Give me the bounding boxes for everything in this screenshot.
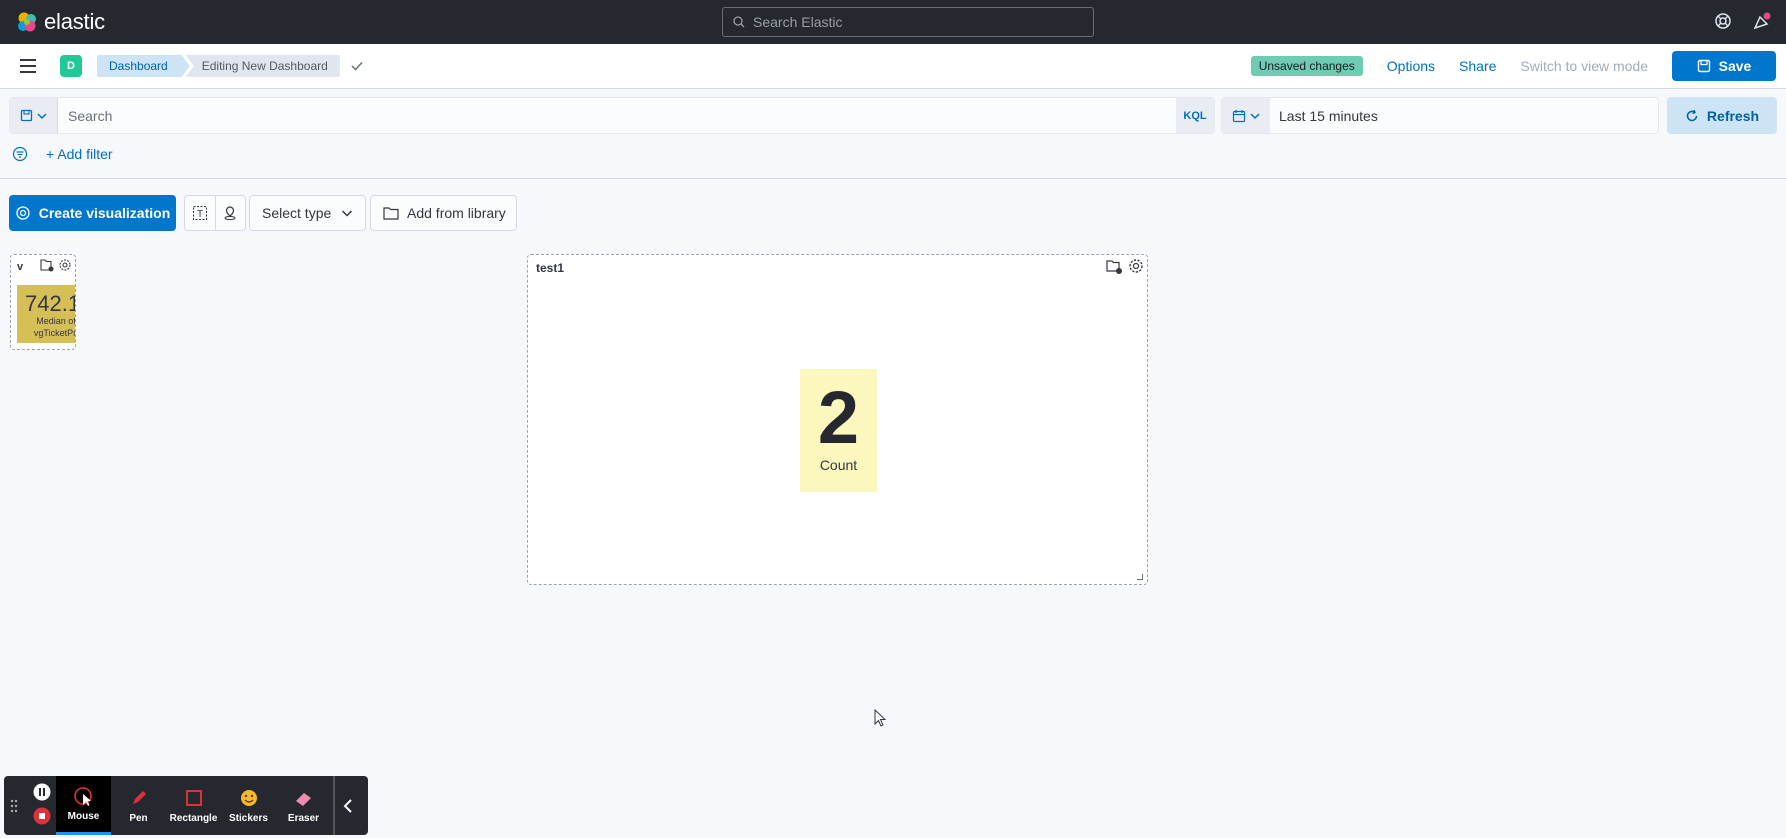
stop-icon[interactable] [33,807,51,825]
library-folder-icon[interactable] [1105,257,1123,275]
eraser-tool-label: Eraser [287,812,320,824]
save-icon [1697,59,1710,73]
map-pin-icon [224,206,236,220]
metric-tile: 742.1 Median of vgTicketPri [17,285,76,343]
switch-to-view-mode-link[interactable]: Switch to view mode [1520,58,1648,74]
logo-text: elastic [44,9,105,34]
add-filter-link[interactable]: + Add filter [46,146,113,162]
space-avatar[interactable]: D [60,55,82,77]
menu-toggle-icon[interactable] [20,59,36,73]
save-button[interactable]: Save [1672,51,1776,81]
gear-icon[interactable] [1127,257,1145,275]
eraser-tool[interactable]: Eraser [276,776,331,835]
saved-query-icon [20,109,33,122]
metric-label: Count [819,457,858,473]
metric-value: 742.1 [25,291,76,316]
metric-label: Median of [36,316,76,326]
kql-language-button[interactable]: KQL [1176,98,1214,133]
select-type-label: Select type [262,205,332,221]
mouse-pointer-icon [73,787,92,806]
breadcrumb-bar: D Dashboard Editing New Dashboard Unsave… [0,44,1786,89]
emoji-sticker-icon [240,789,257,806]
quick-date-button[interactable] [1222,98,1270,133]
refresh-icon [1686,109,1698,121]
time-range-display[interactable]: Last 15 minutes [1270,108,1378,124]
panel-median-ticket-price[interactable]: v 742.1 Median of vgTicketPri [10,254,76,350]
maps-button[interactable] [216,196,246,230]
resize-handle[interactable] [1137,574,1143,580]
chevron-down-icon [342,210,353,217]
global-search-input[interactable]: Search Elastic [722,7,1094,37]
mouse-tool[interactable]: Mouse [56,776,111,835]
panel-title: v [17,261,24,273]
breadcrumb-dashboard[interactable]: Dashboard [97,55,190,77]
refresh-button[interactable]: Refresh [1667,97,1777,134]
rectangle-icon [185,789,202,806]
calendar-icon [1232,109,1246,122]
metric-tile: 2 Count [800,369,877,492]
collapse-toolbar-button[interactable] [333,776,361,835]
drag-handle-icon[interactable] [4,799,24,813]
chevron-down-icon [1250,112,1260,119]
unsaved-changes-badge: Unsaved changes [1250,56,1363,76]
query-search-input[interactable]: Search [58,108,1176,124]
global-header: elastic Search Elastic [0,0,1786,44]
refresh-label: Refresh [1706,107,1760,124]
create-visualization-label: Create visualization [38,205,171,221]
folder-icon [383,207,399,220]
metric-value: 2 [817,376,860,459]
rectangle-tool[interactable]: Rectangle [166,776,221,835]
pause-icon[interactable] [33,783,51,801]
time-picker: Last 15 minutes [1221,97,1659,134]
saved-query-menu-button[interactable] [10,98,58,133]
chevron-down-icon [37,112,47,119]
pen-icon [132,790,146,804]
stickers-tool-label: Stickers [229,812,268,824]
recording-toolbar: Mouse Pen Rectangle Stickers Eraser [4,776,368,835]
pen-tool-label: Pen [129,812,148,824]
pen-tool[interactable]: Pen [111,776,166,835]
filter-row: + Add filter [12,144,113,164]
checkmark-icon[interactable] [350,59,364,73]
panel-test1[interactable]: test1 2 Count [527,254,1148,585]
options-link[interactable]: Options [1387,58,1435,74]
divider [0,178,1786,179]
query-bar: Search KQL [9,97,1215,134]
elastic-logo-icon [18,12,36,32]
news-feed-icon[interactable] [1752,12,1772,32]
filter-options-icon[interactable] [12,146,28,162]
save-label: Save [1718,58,1752,74]
create-visualization-button[interactable]: Create visualization [9,195,176,231]
share-link[interactable]: Share [1459,58,1496,74]
search-icon [733,16,745,28]
mouse-cursor-icon [874,709,887,727]
mouse-tool-label: Mouse [67,811,100,822]
svg-text:T: T [197,209,203,220]
rectangle-tool-label: Rectangle [169,812,218,824]
library-folder-icon[interactable] [40,258,54,272]
quick-create-group: T [184,195,246,231]
elastic-logo[interactable]: elastic [16,9,105,35]
chevron-left-icon [343,798,352,813]
text-markdown-button[interactable]: T [185,196,216,230]
add-from-library-label: Add from library [407,205,506,221]
help-icon[interactable] [1714,12,1734,32]
breadcrumb-current: Editing New Dashboard [185,55,340,77]
select-type-dropdown[interactable]: Select type [249,195,366,231]
panel-title: test1 [536,261,565,275]
global-search-placeholder: Search Elastic [753,14,843,30]
eraser-icon [295,792,311,806]
gear-icon[interactable] [58,258,72,272]
metric-label-field: vgTicketPri [33,328,76,338]
lens-icon [16,206,30,220]
stickers-tool[interactable]: Stickers [221,776,276,835]
text-icon: T [192,206,207,220]
add-from-library-button[interactable]: Add from library [370,195,517,231]
